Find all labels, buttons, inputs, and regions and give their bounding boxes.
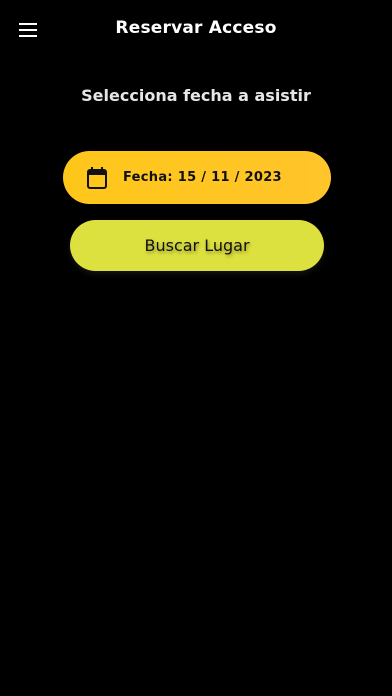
page-title: Reservar Acceso — [115, 18, 277, 38]
calendar-icon — [86, 166, 108, 189]
search-place-button[interactable]: Buscar Lugar — [70, 220, 324, 271]
instruction-text: Selecciona fecha a asistir — [81, 86, 311, 105]
date-picker-button[interactable]: Fecha: 15 / 11 / 2023 — [63, 151, 331, 204]
app-bar: Reservar Acceso — [0, 0, 392, 60]
search-button-label: Buscar Lugar — [144, 236, 250, 255]
date-label: Fecha: 15 / 11 / 2023 — [123, 170, 282, 185]
